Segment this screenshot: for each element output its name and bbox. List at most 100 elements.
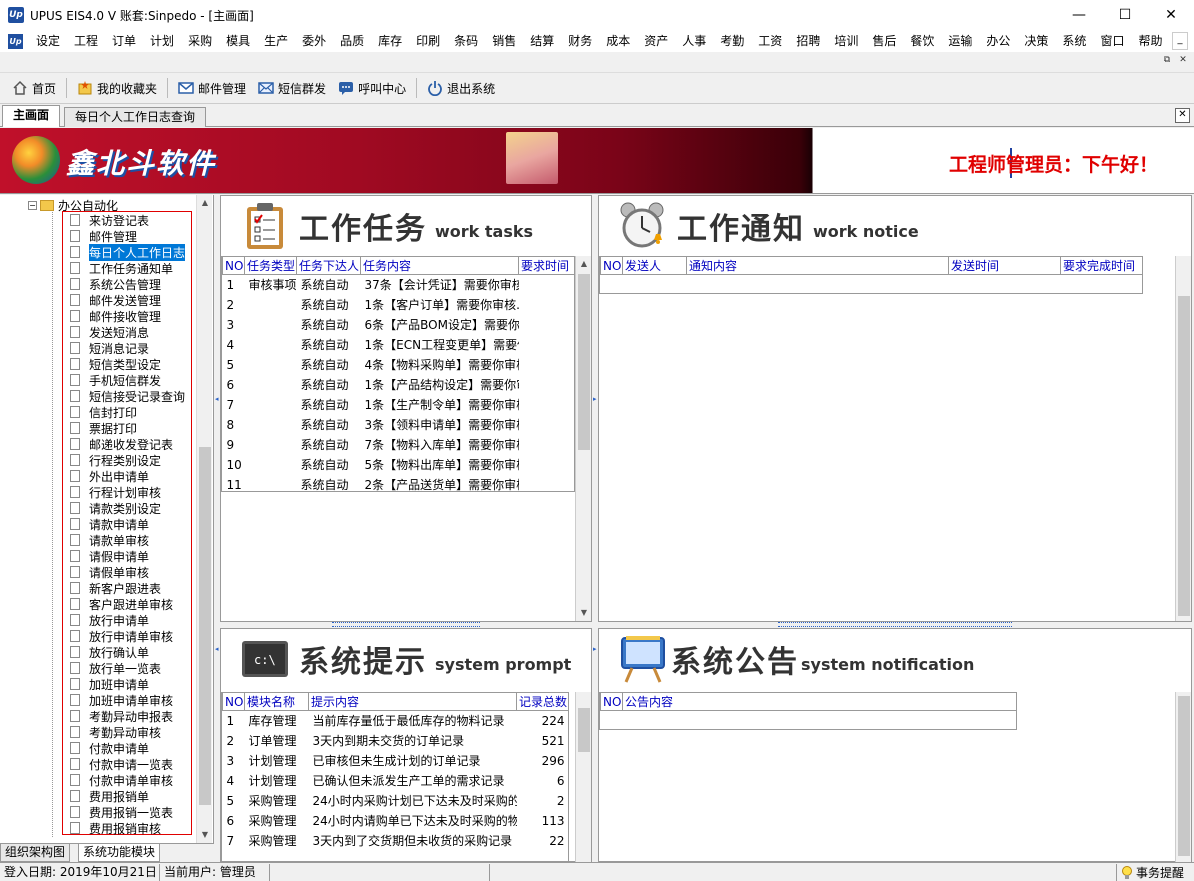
menu-item[interactable]: 品质 [333, 30, 371, 52]
menu-item[interactable]: 资产 [637, 30, 675, 52]
tree-item[interactable]: 邮件接收管理 [63, 308, 191, 324]
tree-item[interactable]: 外出申请单 [63, 468, 191, 484]
tree-item[interactable]: 放行单一览表 [63, 660, 191, 676]
column-header[interactable]: 模块名称 [244, 692, 309, 711]
scroll-thumb[interactable] [1178, 696, 1190, 856]
tree-item[interactable]: 短消息记录 [63, 340, 191, 356]
column-header[interactable]: 要求完成时间 [1060, 256, 1143, 275]
tree-item[interactable]: 请假申请单 [63, 548, 191, 564]
table-row[interactable]: 9 系统自动 7条【物料入库单】需要你审核 [223, 435, 575, 455]
mdi-restore-button[interactable]: ⧉ [1160, 54, 1174, 66]
menu-item[interactable]: 订单 [105, 30, 143, 52]
close-button[interactable]: ✕ [1148, 0, 1194, 30]
column-header[interactable]: 公告内容 [622, 692, 1017, 711]
tree-item[interactable]: 系统公告管理 [63, 276, 191, 292]
favorites-button[interactable]: 我的收藏夹 [71, 76, 163, 100]
tree-item[interactable]: 邮件发送管理 [63, 292, 191, 308]
menu-item[interactable]: 条码 [447, 30, 485, 52]
table-row[interactable]: 8 系统自动 3条【领料申请单】需要你审核 [223, 415, 575, 435]
tree-item[interactable]: 请假单审核 [63, 564, 191, 580]
scroll-thumb[interactable] [199, 447, 211, 805]
column-header[interactable]: 要求时间 [518, 256, 575, 275]
menu-item[interactable]: 印刷 [409, 30, 447, 52]
system-prompt-scrollbar[interactable] [575, 692, 591, 862]
tree-item[interactable]: 手机短信群发 [63, 372, 191, 388]
table-row[interactable]: 7 采购管理 3天内到了交货期但未收货的采购记录 22 [223, 831, 569, 851]
scroll-up-icon[interactable]: ▲ [197, 195, 213, 211]
sms-button[interactable]: 短信群发 [252, 76, 332, 100]
tab-main[interactable]: 主画面 [2, 105, 61, 127]
tree-item[interactable]: 付款申请一览表 [63, 756, 191, 772]
scroll-thumb[interactable] [1178, 296, 1190, 616]
system-notification-scrollbar[interactable] [1175, 692, 1191, 862]
table-row[interactable]: 2 系统自动 1条【客户订单】需要你审核. [223, 295, 575, 315]
table-row[interactable]: 10 系统自动 5条【物料出库单】需要你审核 [223, 455, 575, 475]
tree-item[interactable]: 短信接受记录查询 [63, 388, 191, 404]
tree-item[interactable]: 考勤异动申报表 [63, 708, 191, 724]
tree-item[interactable]: 考勤异动审核 [63, 724, 191, 740]
menu-item[interactable]: 招聘 [789, 30, 827, 52]
column-header[interactable]: NO. [600, 692, 623, 711]
menu-item[interactable]: 决策 [1017, 30, 1055, 52]
table-row[interactable]: 7 系统自动 1条【生产制令单】需要你审核 [223, 395, 575, 415]
table-row[interactable]: 4 系统自动 1条【ECN工程变更单】需要你审核 [223, 335, 575, 355]
tree-item[interactable]: 请款类别设定 [63, 500, 191, 516]
menu-item[interactable]: 设定 [29, 30, 67, 52]
tree-item[interactable]: 付款申请单 [63, 740, 191, 756]
tree-item[interactable]: 来访登记表 [63, 212, 191, 228]
tree-item[interactable]: 邮件管理 [63, 228, 191, 244]
scroll-thumb[interactable] [578, 274, 590, 450]
tree-item[interactable]: 费用报销单 [63, 788, 191, 804]
column-header[interactable]: 记录总数 [516, 692, 569, 711]
table-row[interactable]: 5 系统自动 4条【物料采购单】需要你审核 [223, 355, 575, 375]
mdi-minimize-button[interactable]: _ [1172, 32, 1188, 50]
tree-item[interactable]: 费用报销一览表 [63, 804, 191, 820]
table-row[interactable]: 11 系统自动 2条【产品送货单】需要你审核 [223, 475, 575, 495]
table-row[interactable]: 5 采购管理 24小时内采购计划已下达未及时采购的物料 2 [223, 791, 569, 811]
mail-button[interactable]: 邮件管理 [172, 76, 252, 100]
menu-item[interactable]: 委外 [295, 30, 333, 52]
menu-item[interactable]: 采购 [181, 30, 219, 52]
tree-item[interactable]: 邮递收发登记表 [63, 436, 191, 452]
menu-item[interactable]: 库存 [371, 30, 409, 52]
mdi-close-button[interactable]: ✕ [1176, 54, 1190, 66]
scroll-thumb[interactable] [578, 708, 590, 752]
menu-item[interactable]: 成本 [599, 30, 637, 52]
tree-item[interactable]: 信封打印 [63, 404, 191, 420]
work-tasks-scrollbar[interactable]: ▲ ▼ [575, 256, 591, 621]
tree-item[interactable]: 工作任务通知单 [63, 260, 191, 276]
menu-item[interactable]: 结算 [523, 30, 561, 52]
column-header[interactable]: 通知内容 [686, 256, 949, 275]
menu-item[interactable]: 运输 [941, 30, 979, 52]
tree-item[interactable]: 请款申请单 [63, 516, 191, 532]
tree-item[interactable]: 短信类型设定 [63, 356, 191, 372]
tree-item[interactable]: 发送短消息 [63, 324, 191, 340]
table-row[interactable]: 3 计划管理 已审核但未生成计划的订单记录 296 [223, 751, 569, 771]
exit-button[interactable]: 退出系统 [421, 76, 501, 100]
column-header[interactable]: NO. [222, 692, 245, 711]
menu-item[interactable]: 人事 [675, 30, 713, 52]
tree-item[interactable]: 放行确认单 [63, 644, 191, 660]
table-row[interactable] [601, 711, 1017, 731]
table-row[interactable]: 6 系统自动 1条【产品结构设定】需要你审核 [223, 375, 575, 395]
tab-org-chart[interactable]: 组织架构图 [0, 844, 71, 862]
scroll-up-icon[interactable]: ▲ [576, 256, 592, 272]
column-header[interactable]: 发送人 [622, 256, 687, 275]
tree-item[interactable]: 每日个人工作日志 [63, 243, 191, 261]
menu-item[interactable]: 餐饮 [903, 30, 941, 52]
maximize-button[interactable]: ☐ [1102, 0, 1148, 30]
menu-item[interactable]: 办公 [979, 30, 1017, 52]
menu-item[interactable]: 培训 [827, 30, 865, 52]
menu-item[interactable]: 销售 [485, 30, 523, 52]
app-menu-icon[interactable]: Up [8, 33, 23, 49]
tree-item[interactable]: 加班申请单 [63, 676, 191, 692]
tree-item[interactable]: 费用报销审核 [63, 820, 191, 836]
collapse-icon[interactable]: − [28, 201, 37, 210]
menu-item[interactable]: 考勤 [713, 30, 751, 52]
work-notice-scrollbar[interactable] [1175, 256, 1191, 621]
tree-item[interactable]: 请款单审核 [63, 532, 191, 548]
column-header[interactable]: 发送时间 [948, 256, 1061, 275]
call-center-button[interactable]: 呼叫中心 [332, 76, 412, 100]
tree-item[interactable]: 行程类别设定 [63, 452, 191, 468]
menu-item[interactable]: 工资 [751, 30, 789, 52]
